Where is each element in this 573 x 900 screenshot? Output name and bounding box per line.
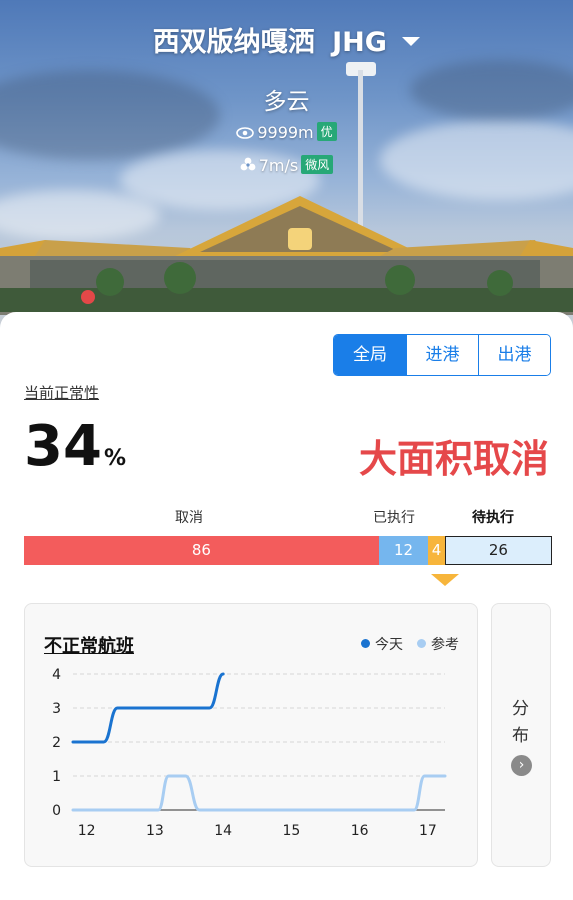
series-reference-line [71, 774, 447, 812]
y-tick-label: 0 [52, 803, 61, 819]
summary-card: 全局 进港 出港 当前正常性 34% 大面积取消 取消 已执行 待执行 86 1… [0, 312, 573, 900]
x-tick-label: 15 [283, 823, 301, 839]
x-tick-label: 17 [419, 823, 437, 839]
legend-reference: 参考 [417, 634, 459, 654]
chevron-down-icon [402, 37, 421, 46]
tab-departures[interactable]: 出港 [478, 335, 550, 375]
airport-hero-image: 西双版纳嘎洒 JHG 多云 9999m 优 7m/s 微风 [0, 0, 573, 330]
y-tick-label: 2 [52, 735, 61, 751]
tab-arrivals[interactable]: 进港 [406, 335, 478, 375]
distribution-label-2: 布 [512, 726, 529, 746]
abnormal-flights-chart: 0123412 13 14 15 16 17 [52, 667, 447, 839]
wind-value: 7m/s [258, 156, 299, 175]
eye-icon [236, 123, 255, 142]
flight-status-bar: 86 12 4 26 [24, 536, 552, 565]
legend-reference-dot [417, 639, 426, 648]
airport-code: JHG [332, 27, 387, 58]
cancelled-segment: 86 [24, 536, 379, 565]
executed-segment: 12 [378, 536, 429, 565]
visibility-level-badge: 优 [316, 122, 337, 141]
current-pointer-icon [431, 574, 459, 586]
cancelled-label: 取消 [175, 510, 203, 526]
y-tick-label: 4 [52, 667, 61, 683]
airport-selector[interactable]: 西双版纳嘎洒 JHG [0, 20, 573, 59]
wind-level-badge: 微风 [301, 155, 334, 174]
abnormal-flights-panel[interactable]: 不正常航班 今天 参考 0 1 2 3 4 12 13 14 15 16 17 [24, 603, 478, 867]
legend-today-dot [361, 639, 370, 648]
distribution-panel[interactable]: 分 布 › [491, 603, 551, 867]
x-tick-label: 13 [146, 823, 164, 839]
legend-today-label: 今天 [375, 637, 403, 653]
y-tick-label: 1 [52, 769, 61, 785]
executed-label: 已执行 [373, 510, 415, 526]
normal-rate-unit: % [103, 446, 126, 471]
chevron-right-icon[interactable]: › [511, 755, 532, 776]
legend-reference-label: 参考 [431, 637, 459, 653]
normal-rate-value: 34% [24, 414, 126, 492]
wind-row: 7m/s 微风 [0, 155, 573, 175]
status-text: 大面积取消 [358, 437, 549, 481]
x-tick-label: 12 [78, 823, 96, 839]
x-tick-label: 14 [214, 823, 232, 839]
tab-all[interactable]: 全局 [334, 335, 406, 375]
chart-legend: 今天 参考 [361, 634, 459, 654]
legend-today: 今天 [361, 634, 403, 654]
fan-icon [240, 156, 256, 175]
normal-rate-number: 34 [24, 414, 102, 479]
normal-rate-label[interactable]: 当前正常性 [24, 382, 99, 403]
distribution-label-1: 分 [512, 699, 529, 719]
pending-label: 待执行 [472, 510, 514, 526]
direction-tabs: 全局 进港 出港 [333, 334, 551, 376]
y-tick-label: 3 [52, 701, 61, 717]
current-segment: 4 [428, 536, 445, 565]
x-tick-label: 16 [351, 823, 369, 839]
weather-text: 多云 [263, 89, 310, 115]
visibility-row: 9999m 优 [0, 122, 573, 142]
pending-segment: 26 [444, 536, 552, 565]
airport-name: 西双版纳嘎洒 [152, 27, 315, 58]
visibility-value: 9999m [257, 123, 314, 142]
